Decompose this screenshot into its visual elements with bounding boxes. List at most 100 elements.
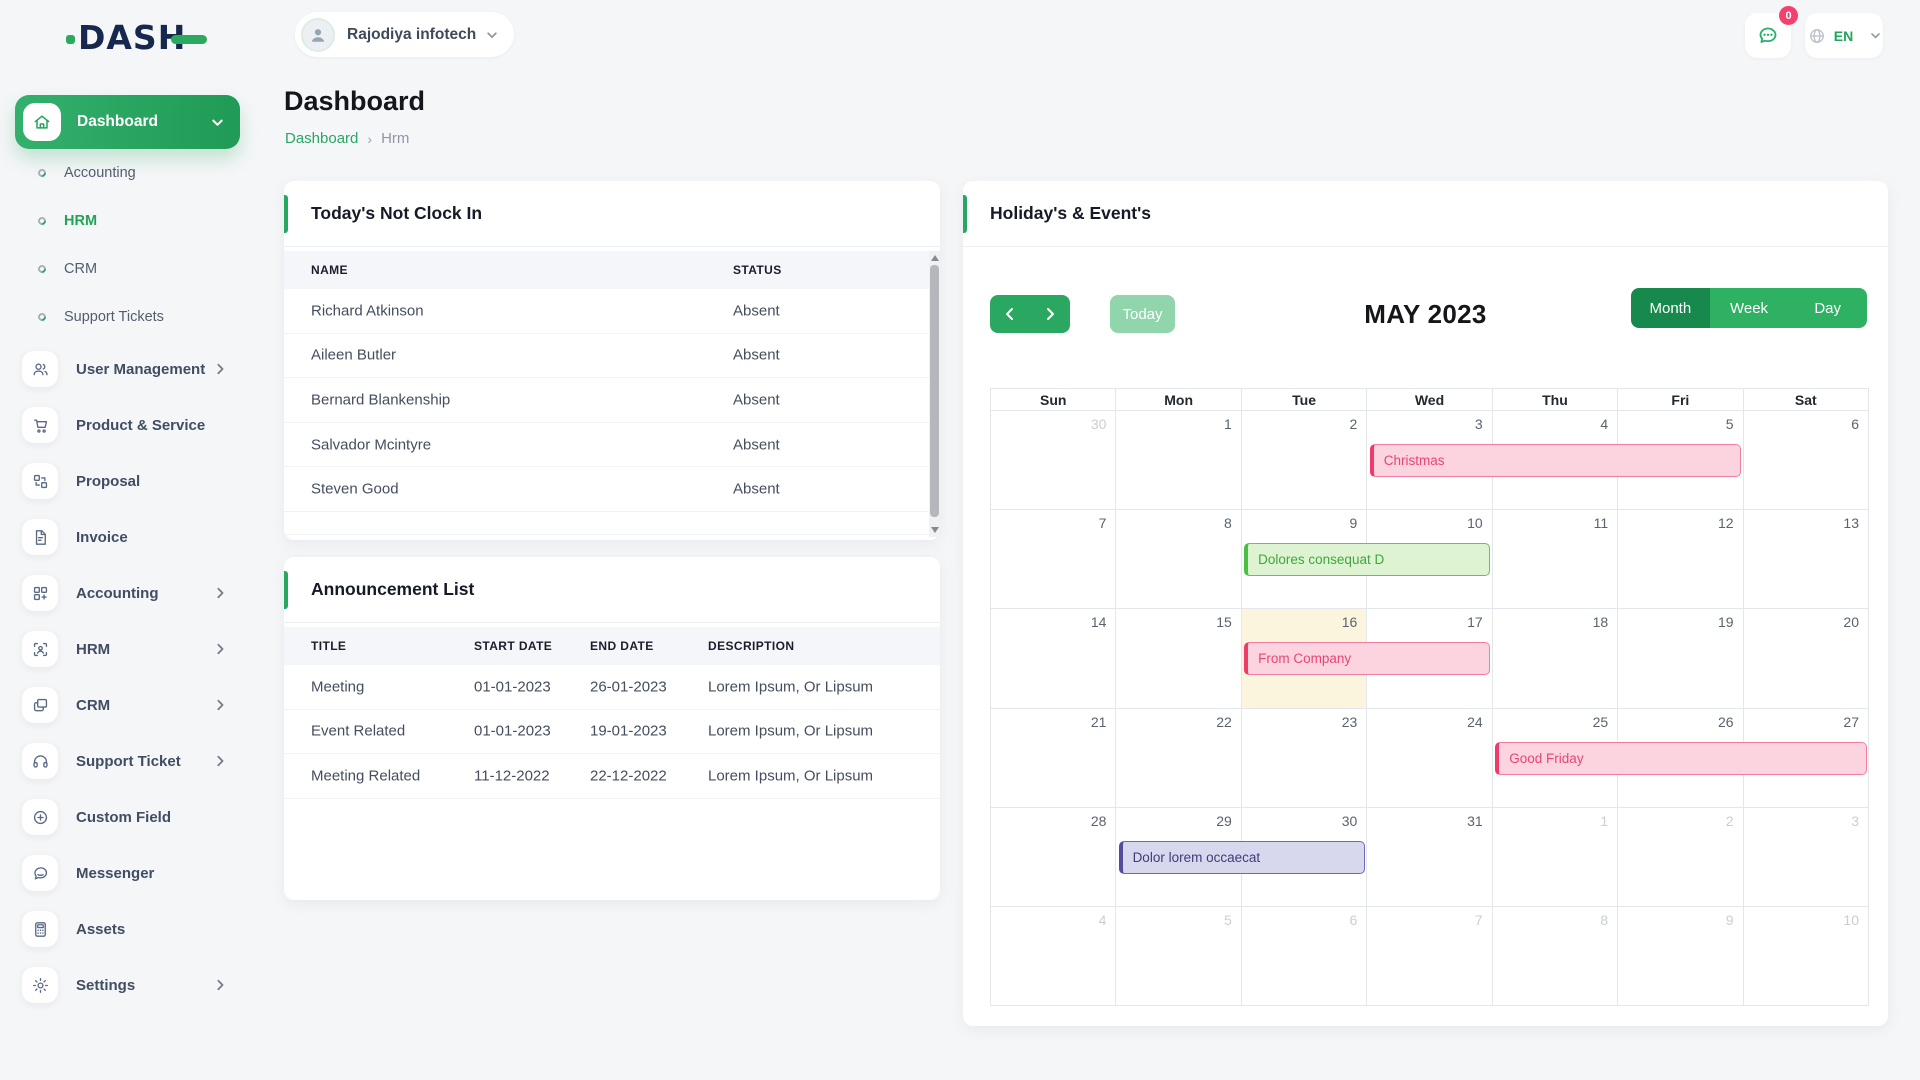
- sidebar-subitem-support-tickets[interactable]: Support Tickets: [0, 293, 284, 341]
- language-label: EN: [1834, 28, 1853, 44]
- cell-status: Absent: [733, 481, 780, 498]
- calendar-event-good-friday[interactable]: Good Friday: [1495, 742, 1867, 775]
- sidebar-item-custom-field[interactable]: Custom Field: [0, 789, 284, 845]
- calendar-day-cell[interactable]: 7: [991, 510, 1116, 609]
- chevron-right-icon: [214, 699, 226, 711]
- calendar-day-cell[interactable]: 5: [1116, 907, 1241, 1006]
- calendar-day-cell[interactable]: 10: [1744, 907, 1869, 1006]
- sidebar-item-support-ticket[interactable]: Support Ticket: [0, 733, 284, 789]
- calendar-event-dolor-lorem-occaecat[interactable]: Dolor lorem occaecat: [1119, 841, 1365, 874]
- proposal-icon: [22, 463, 58, 499]
- message-count-badge: 0: [1779, 6, 1798, 25]
- sidebar-item-crm[interactable]: CRM: [0, 677, 284, 733]
- day-number: 31: [1467, 813, 1483, 829]
- calendar-day-cell[interactable]: 28: [991, 808, 1116, 907]
- scroll-up-icon[interactable]: [931, 255, 939, 261]
- language-selector[interactable]: EN: [1805, 13, 1883, 58]
- calendar-day-cell[interactable]: 15: [1116, 609, 1241, 708]
- calendar-day-cell[interactable]: 6: [1242, 907, 1367, 1006]
- calendar-day-cell[interactable]: 11: [1493, 510, 1618, 609]
- calendar-event-christmas[interactable]: Christmas: [1370, 444, 1742, 477]
- calendar-day-cell[interactable]: 21: [991, 709, 1116, 808]
- sidebar-subitem-hrm[interactable]: HRM: [0, 197, 284, 245]
- day-number: 2: [1349, 416, 1357, 432]
- chevron-right-icon: [214, 363, 226, 375]
- scrollbar-thumb[interactable]: [930, 265, 939, 517]
- table-row: Meeting01-01-202326-01-2023Lorem Ipsum, …: [284, 665, 940, 710]
- calendar-day-cell[interactable]: 9: [1618, 907, 1743, 1006]
- calendar-day-cell[interactable]: 12: [1618, 510, 1743, 609]
- sidebar-item-assets[interactable]: Assets: [0, 901, 284, 957]
- sidebar-item-messenger[interactable]: Messenger: [0, 845, 284, 901]
- sidebar-subitem-crm[interactable]: CRM: [0, 245, 284, 293]
- view-button-week[interactable]: Week: [1710, 288, 1789, 328]
- sidebar-item-settings[interactable]: Settings: [0, 957, 284, 1013]
- announcement-table-body: Meeting01-01-202326-01-2023Lorem Ipsum, …: [284, 665, 940, 799]
- calendar-day-cell[interactable]: 2: [1618, 808, 1743, 907]
- calendar-day-cell[interactable]: 23: [1242, 709, 1367, 808]
- cell-description: Lorem Ipsum, Or Lipsum: [708, 723, 873, 740]
- calendar-day-cell[interactable]: 8: [1493, 907, 1618, 1006]
- bullet-icon: [36, 167, 47, 178]
- calendar-day-cell[interactable]: 1: [1493, 808, 1618, 907]
- calendar-day-cell[interactable]: 7: [1367, 907, 1492, 1006]
- breadcrumb-dashboard-link[interactable]: Dashboard: [285, 130, 358, 147]
- scroll-down-icon[interactable]: [931, 527, 939, 533]
- calendar-day-cell[interactable]: 4: [991, 907, 1116, 1006]
- cell-status: Absent: [733, 347, 780, 364]
- view-button-month[interactable]: Month: [1631, 288, 1710, 328]
- calendar-day-cell[interactable]: 6: [1744, 411, 1869, 510]
- column-header-description: DESCRIPTION: [708, 627, 794, 665]
- sidebar-item-label: Settings: [76, 977, 135, 994]
- sidebar-item-label: Custom Field: [76, 809, 171, 826]
- calendar-day-cell[interactable]: 3: [1744, 808, 1869, 907]
- sidebar-item-invoice[interactable]: Invoice: [0, 509, 284, 565]
- calendar-event-dolores-consequat-d[interactable]: Dolores consequat D: [1244, 543, 1490, 576]
- day-number: 27: [1843, 714, 1859, 730]
- top-bar: DASH Rajodiya infotech 0 EN: [0, 0, 1920, 70]
- table-row: Bernard BlankenshipAbsent: [284, 378, 940, 423]
- company-selector[interactable]: Rajodiya infotech: [295, 12, 514, 57]
- page-title: Dashboard: [284, 86, 425, 117]
- view-button-day[interactable]: Day: [1788, 288, 1867, 328]
- calendar-event-from-company[interactable]: From Company: [1244, 642, 1490, 675]
- weekday-label: Tue: [1242, 389, 1367, 411]
- day-number: 24: [1467, 714, 1483, 730]
- clockin-card-header: Today's Not Clock In: [284, 181, 940, 247]
- users-icon: [22, 351, 58, 387]
- calendar-day-cell[interactable]: 20: [1744, 609, 1869, 708]
- day-number: 3: [1475, 416, 1483, 432]
- calendar-day-cell[interactable]: 31: [1367, 808, 1492, 907]
- sidebar-item-accounting[interactable]: Accounting: [0, 565, 284, 621]
- cell-end-date: 19-01-2023: [590, 723, 667, 740]
- calendar-day-cell[interactable]: 1: [1116, 411, 1241, 510]
- sidebar-item-proposal[interactable]: Proposal: [0, 453, 284, 509]
- calendar-day-cell[interactable]: 18: [1493, 609, 1618, 708]
- chevron-right-icon: [214, 643, 226, 655]
- day-number: 30: [1091, 416, 1107, 432]
- cell-name: Salvador Mcintyre: [311, 436, 431, 453]
- calendar-day-cell[interactable]: 24: [1367, 709, 1492, 808]
- day-number: 19: [1718, 614, 1734, 630]
- calendar-day-cell[interactable]: 14: [991, 609, 1116, 708]
- calendar-day-cell[interactable]: 2: [1242, 411, 1367, 510]
- announcement-table-header: TITLE START DATE END DATE DESCRIPTION: [284, 627, 940, 665]
- calendar-day-cell[interactable]: 8: [1116, 510, 1241, 609]
- calendar-day-cell[interactable]: 13: [1744, 510, 1869, 609]
- column-header-start-date: START DATE: [474, 627, 552, 665]
- sidebar-item-label: Proposal: [76, 473, 140, 490]
- sidebar-item-product-service[interactable]: Product & Service: [0, 397, 284, 453]
- calendar-day-cell[interactable]: 19: [1618, 609, 1743, 708]
- day-number: 16: [1342, 614, 1358, 630]
- messages-button[interactable]: 0: [1745, 13, 1791, 58]
- sidebar-item-hrm[interactable]: HRM: [0, 621, 284, 677]
- sidebar-item-dashboard[interactable]: Dashboard: [15, 95, 240, 149]
- sidebar-item-user-management[interactable]: User Management: [0, 341, 284, 397]
- table-row: Event Related01-01-202319-01-2023Lorem I…: [284, 710, 940, 755]
- day-number: 4: [1600, 416, 1608, 432]
- sidebar-subitem-accounting[interactable]: Accounting: [0, 149, 284, 197]
- calendar-day-cell[interactable]: 22: [1116, 709, 1241, 808]
- day-number: 29: [1216, 813, 1232, 829]
- table-scrollbar[interactable]: [929, 251, 940, 537]
- calendar-day-cell[interactable]: 30: [991, 411, 1116, 510]
